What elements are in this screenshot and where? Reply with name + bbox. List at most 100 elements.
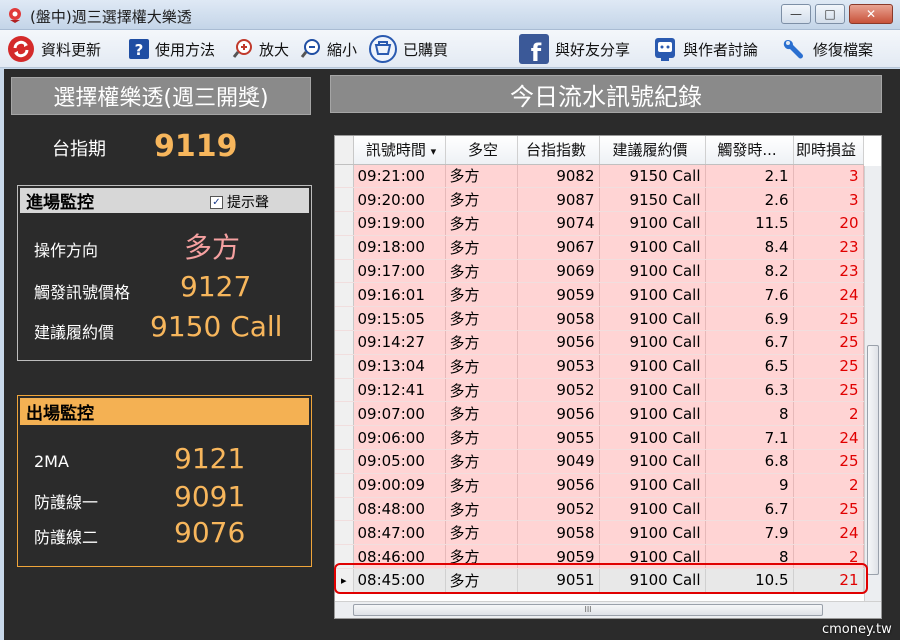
cell-trigger: 8 <box>705 401 794 427</box>
chat-robot-icon <box>655 38 675 61</box>
table-row[interactable]: 09:05:00 多方 9049 9100 Call 6.8 25 <box>335 449 864 474</box>
table-row[interactable]: 09:20:00 多方 9087 9150 Call 2.6 3 <box>335 187 864 213</box>
share-button[interactable]: f 與好友分享 <box>518 34 631 65</box>
table-row[interactable]: 08:48:00 多方 9052 9100 Call 6.7 25 <box>335 497 864 522</box>
row-selector[interactable] <box>335 187 354 213</box>
row-selector[interactable] <box>335 211 354 236</box>
table-row[interactable]: 09:14:27 多方 9056 9100 Call 6.7 25 <box>335 330 864 355</box>
zoom-in-button[interactable]: 放大 <box>232 34 289 64</box>
table-row[interactable]: 09:17:00 多方 9069 9100 Call 8.2 23 <box>335 259 864 284</box>
cell-trigger: 7.6 <box>705 282 794 308</box>
svg-text:f: f <box>531 39 542 65</box>
cell-time: 09:16:01 <box>353 282 446 308</box>
cell-trigger: 8.4 <box>705 235 794 260</box>
cell-direction: 多方 <box>445 473 518 498</box>
row-selector[interactable] <box>335 282 354 308</box>
cell-strike: 9100 Call <box>599 235 706 260</box>
signal-log-grid[interactable]: 訊號時間 ▾ 多空 台指指數 建議履約價 觸發時... 即時損益 09:21:0… <box>334 135 882 619</box>
zoom-out-button[interactable]: 縮小 <box>300 34 357 64</box>
table-row[interactable]: 09:07:00 多方 9056 9100 Call 8 2 <box>335 401 864 427</box>
cell-trigger: 6.7 <box>705 330 794 355</box>
cell-trigger: 6.5 <box>705 354 794 379</box>
horizontal-scroll-thumb[interactable]: III <box>353 604 823 616</box>
close-button[interactable]: ✕ <box>849 4 893 24</box>
table-row[interactable]: 09:06:00 多方 9055 9100 Call 7.1 24 <box>335 425 864 451</box>
cell-pnl: 25 <box>793 354 864 379</box>
col-header-index[interactable]: 台指指數 <box>517 136 600 165</box>
trigger-price-value: 9127 <box>180 270 252 303</box>
table-row[interactable]: 09:18:00 多方 9067 9100 Call 8.4 23 <box>335 235 864 260</box>
cell-strike: 9100 Call <box>599 401 706 427</box>
cell-index: 9074 <box>517 211 600 236</box>
vertical-scroll-thumb[interactable] <box>867 345 879 575</box>
index-label: 台指期 <box>52 139 106 160</box>
cell-index: 9087 <box>517 187 600 213</box>
direction-label: 操作方向 <box>34 241 99 260</box>
guard-line-1-label: 防護線一 <box>34 493 99 512</box>
ma-value: 9121 <box>174 442 246 475</box>
col-header-direction[interactable]: 多空 <box>445 136 518 165</box>
row-selector[interactable] <box>335 520 354 546</box>
refresh-button[interactable]: 資料更新 <box>6 34 101 64</box>
maximize-button[interactable]: □ <box>815 4 845 24</box>
row-selector[interactable] <box>335 473 354 498</box>
cell-direction: 多方 <box>445 520 518 546</box>
minimize-button[interactable]: — <box>781 4 811 24</box>
col-header-pnl[interactable]: 即時損益 <box>793 136 864 165</box>
share-label: 與好友分享 <box>555 40 631 59</box>
col-header-strike[interactable]: 建議履約價 <box>599 136 706 165</box>
sort-arrow-icon: ▾ <box>430 145 437 159</box>
checkbox-check-icon: ✓ <box>210 195 223 209</box>
cell-trigger: 7.1 <box>705 425 794 451</box>
refresh-icon <box>8 36 34 62</box>
table-row[interactable]: 09:13:04 多方 9053 9100 Call 6.5 25 <box>335 354 864 379</box>
title-bar: (盤中)週三選擇權大樂透 — □ ✕ <box>0 0 900 30</box>
zoom-out-label: 縮小 <box>327 40 358 59</box>
row-selector[interactable] <box>335 497 354 522</box>
row-selector[interactable] <box>335 235 354 260</box>
repair-button[interactable]: 修復檔案 <box>780 34 873 64</box>
row-selector[interactable] <box>335 449 354 474</box>
cell-time: 09:14:27 <box>353 330 446 355</box>
cell-trigger: 2.6 <box>705 187 794 213</box>
table-row[interactable]: 09:15:05 多方 9058 9100 Call 6.9 25 <box>335 306 864 332</box>
cell-index: 9056 <box>517 330 600 355</box>
alert-sound-checkbox[interactable]: ✓ 提示聲 <box>210 192 269 212</box>
row-selector[interactable] <box>335 354 354 379</box>
row-selector[interactable] <box>335 330 354 355</box>
strike-value: 9150 Call <box>150 310 283 343</box>
table-row[interactable]: 09:12:41 多方 9052 9100 Call 6.3 25 <box>335 378 864 403</box>
table-row[interactable]: 08:47:00 多方 9058 9100 Call 7.9 24 <box>335 520 864 546</box>
cell-trigger: 6.9 <box>705 306 794 332</box>
col-header-time[interactable]: 訊號時間 ▾ <box>353 136 446 165</box>
cell-index: 9082 <box>517 164 600 189</box>
cell-time: 09:17:00 <box>353 259 446 284</box>
cell-pnl: 3 <box>793 164 864 189</box>
horizontal-scrollbar[interactable]: III <box>335 601 881 618</box>
help-button[interactable]: ? 使用方法 <box>128 34 215 64</box>
discuss-button[interactable]: 與作者討論 <box>652 34 758 64</box>
row-selector[interactable] <box>335 164 354 189</box>
table-row[interactable]: 09:21:00 多方 9082 9150 Call 2.1 3 <box>335 164 864 189</box>
purchased-button[interactable]: 已購買 <box>368 34 448 64</box>
row-selector[interactable] <box>335 259 354 284</box>
guard-line-1-value: 9091 <box>174 480 246 513</box>
cell-index: 9055 <box>517 425 600 451</box>
table-row[interactable]: 09:00:09 多方 9056 9100 Call 9 2 <box>335 473 864 498</box>
row-selector[interactable] <box>335 425 354 451</box>
strike-label: 建議履約價 <box>34 323 115 342</box>
cell-pnl: 25 <box>793 378 864 403</box>
cell-pnl: 23 <box>793 259 864 284</box>
cell-index: 9059 <box>517 282 600 308</box>
row-selector[interactable] <box>335 306 354 332</box>
col-header-trigger[interactable]: 觸發時... <box>705 136 794 165</box>
watermark: cmoney.tw <box>822 622 892 637</box>
cell-trigger: 8.2 <box>705 259 794 284</box>
row-selector[interactable] <box>335 378 354 403</box>
vertical-scrollbar[interactable] <box>864 166 881 602</box>
cell-direction: 多方 <box>445 164 518 189</box>
table-row[interactable]: 09:19:00 多方 9074 9100 Call 11.5 20 <box>335 211 864 236</box>
table-row[interactable]: 09:16:01 多方 9059 9100 Call 7.6 24 <box>335 282 864 308</box>
row-selector[interactable] <box>335 401 354 427</box>
guard-line-2-value: 9076 <box>174 516 246 549</box>
